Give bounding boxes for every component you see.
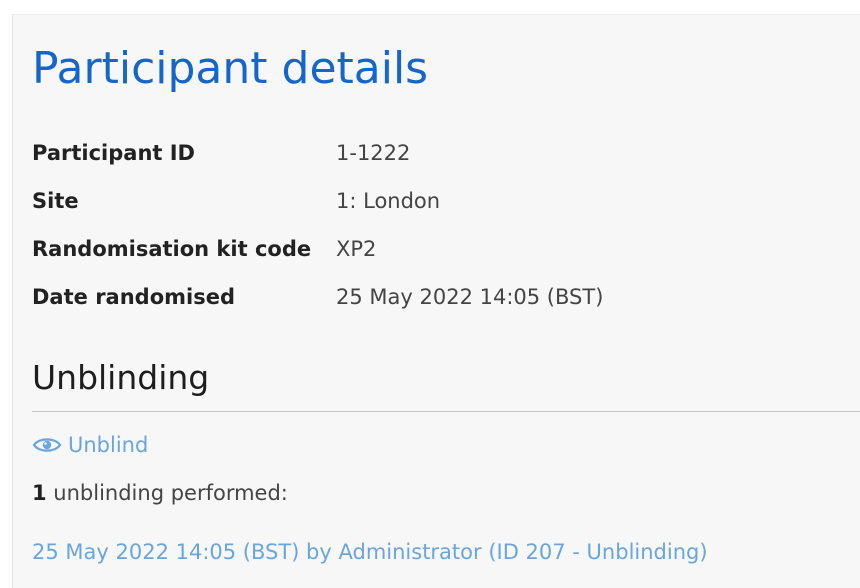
left-gutter [0, 14, 12, 588]
detail-row-date-randomised: Date randomised 25 May 2022 14:05 (BST) [32, 273, 832, 321]
detail-value: 1: London [336, 189, 441, 213]
detail-row-site: Site 1: London [32, 177, 832, 225]
section-divider [32, 411, 860, 412]
eye-icon [32, 438, 62, 452]
unblinding-heading: Unblinding [32, 358, 210, 397]
detail-label: Participant ID [32, 141, 195, 165]
participant-panel: Participant details Participant ID 1-122… [12, 14, 860, 588]
detail-label: Randomisation kit code [32, 237, 312, 261]
unblind-link-label: Unblind [68, 433, 149, 457]
unblinding-entry-link[interactable]: 25 May 2022 14:05 (BST) by Administrator… [32, 540, 708, 564]
unblinding-count-text: 1 unblinding performed: [32, 481, 288, 505]
detail-row-kit-code: Randomisation kit code XP2 [32, 225, 832, 273]
detail-label: Date randomised [32, 285, 235, 309]
page-title: Participant details [32, 43, 429, 94]
unblinding-count-suffix: unblinding performed: [46, 481, 288, 505]
detail-row-participant-id: Participant ID 1-1222 [32, 129, 832, 177]
detail-value: XP2 [336, 237, 377, 261]
detail-value: 25 May 2022 14:05 (BST) [336, 285, 604, 309]
participant-details-list: Participant ID 1-1222 Site 1: London Ran… [32, 129, 832, 321]
detail-value: 1-1222 [336, 141, 411, 165]
detail-label: Site [32, 189, 79, 213]
top-strip [0, 0, 860, 14]
unblind-link[interactable]: Unblind [32, 433, 148, 457]
unblinding-count: 1 [32, 481, 47, 505]
